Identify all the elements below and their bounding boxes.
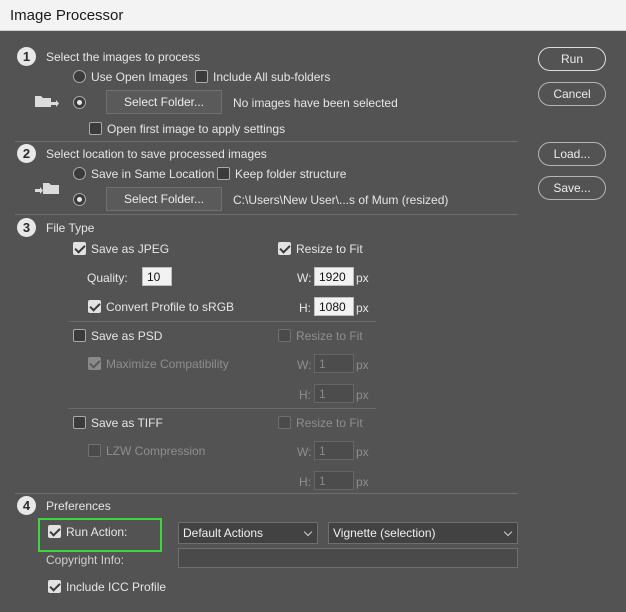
action-select[interactable]: Vignette (selection) [328,522,518,544]
psd-height-label: H: [299,388,311,402]
jpeg-width-unit: px [356,271,369,285]
tiff-height-unit: px [356,475,369,489]
include-subfolders-label[interactable]: Include All sub-folders [213,70,330,84]
source-status-text: No images have been selected [233,96,398,110]
action-set-value: Default Actions [183,526,264,540]
window-title: Image Processor [10,7,124,24]
psd-width-unit: px [356,358,369,372]
step-3-badge: 3 [17,218,36,237]
section1-title: Select the images to process [46,50,201,64]
include-icc-label[interactable]: Include ICC Profile [66,580,166,594]
select-source-folder-button[interactable]: Select Folder... [106,90,222,114]
jpeg-quality-label: Quality: [87,271,128,285]
load-button[interactable]: Load... [538,142,606,166]
save-settings-button[interactable]: Save... [538,176,606,200]
action-value: Vignette (selection) [333,526,436,540]
maximize-compatibility-checkbox[interactable] [88,357,101,370]
include-subfolders-checkbox[interactable] [195,70,208,83]
psd-width-label: W: [297,358,312,372]
psd-height-unit: px [356,388,369,402]
keep-folder-structure-label[interactable]: Keep folder structure [235,167,346,181]
folder-source-icon [34,93,60,111]
section-divider-1 [15,141,518,142]
tiff-width-unit: px [356,445,369,459]
select-folder-source-radio[interactable] [73,96,86,109]
save-as-psd-checkbox[interactable] [73,329,86,342]
run-button[interactable]: Run [538,47,606,71]
jpeg-height-unit: px [356,301,369,315]
keep-folder-structure-checkbox[interactable] [217,167,230,180]
tiff-height-label: H: [299,475,311,489]
convert-srgb-label[interactable]: Convert Profile to sRGB [106,300,234,314]
tiff-width-label: W: [297,445,312,459]
maximize-compatibility-label: Maximize Compatibility [106,357,229,371]
step-2-badge: 2 [17,144,36,163]
use-open-images-label[interactable]: Use Open Images [91,70,188,84]
section2-title: Select location to save processed images [46,147,267,161]
jpeg-height-input[interactable] [314,297,354,316]
psd-resize-label: Resize to Fit [296,329,363,343]
tiff-resize-label: Resize to Fit [296,416,363,430]
step-4-badge: 4 [17,496,36,515]
save-same-location-label[interactable]: Save in Same Location [91,167,214,181]
psd-resize-checkbox[interactable] [278,329,291,342]
lzw-compression-label: LZW Compression [106,444,206,458]
jpeg-resize-checkbox[interactable] [278,242,291,255]
select-destination-folder-button[interactable]: Select Folder... [106,187,222,211]
section3-title: File Type [46,221,95,235]
action-set-select[interactable]: Default Actions [178,522,318,544]
psd-divider [68,408,376,409]
select-folder-destination-radio[interactable] [73,193,86,206]
destination-path-text: C:\Users\New User\...s of Mum (resized) [233,193,449,207]
chevron-down-icon [303,527,313,537]
convert-srgb-checkbox[interactable] [88,300,101,313]
section4-title: Preferences [46,499,111,513]
jpeg-height-label: H: [299,301,311,315]
section-divider-3 [15,493,518,494]
tiff-width-input[interactable] [314,441,354,460]
folder-destination-icon [34,180,60,198]
jpeg-resize-label[interactable]: Resize to Fit [296,242,363,256]
copyright-input[interactable] [178,548,518,568]
jpeg-width-input[interactable] [314,267,354,286]
cancel-button[interactable]: Cancel [538,82,606,106]
save-same-location-radio[interactable] [73,167,86,180]
include-icc-checkbox[interactable] [48,580,61,593]
title-bar: Image Processor [0,0,626,31]
open-first-image-checkbox[interactable] [89,122,102,135]
lzw-compression-checkbox[interactable] [88,444,101,457]
psd-width-input[interactable] [314,354,354,373]
jpeg-width-label: W: [297,271,312,285]
jpeg-divider [68,321,376,322]
run-action-label[interactable]: Run Action: [66,525,127,539]
tiff-resize-checkbox[interactable] [278,416,291,429]
copyright-label: Copyright Info: [46,553,125,567]
step-1-badge: 1 [17,47,36,66]
psd-height-input[interactable] [314,384,354,403]
run-action-checkbox[interactable] [48,525,61,538]
save-as-tiff-label[interactable]: Save as TIFF [91,416,163,430]
tiff-height-input[interactable] [314,471,354,490]
section-divider-2 [15,214,518,215]
jpeg-quality-input[interactable] [142,267,172,286]
save-as-jpeg-checkbox[interactable] [73,242,86,255]
save-as-jpeg-label[interactable]: Save as JPEG [91,242,169,256]
save-as-tiff-checkbox[interactable] [73,416,86,429]
open-first-image-label[interactable]: Open first image to apply settings [107,122,285,136]
chevron-down-icon [503,527,513,537]
use-open-images-radio[interactable] [73,70,86,83]
save-as-psd-label[interactable]: Save as PSD [91,329,162,343]
